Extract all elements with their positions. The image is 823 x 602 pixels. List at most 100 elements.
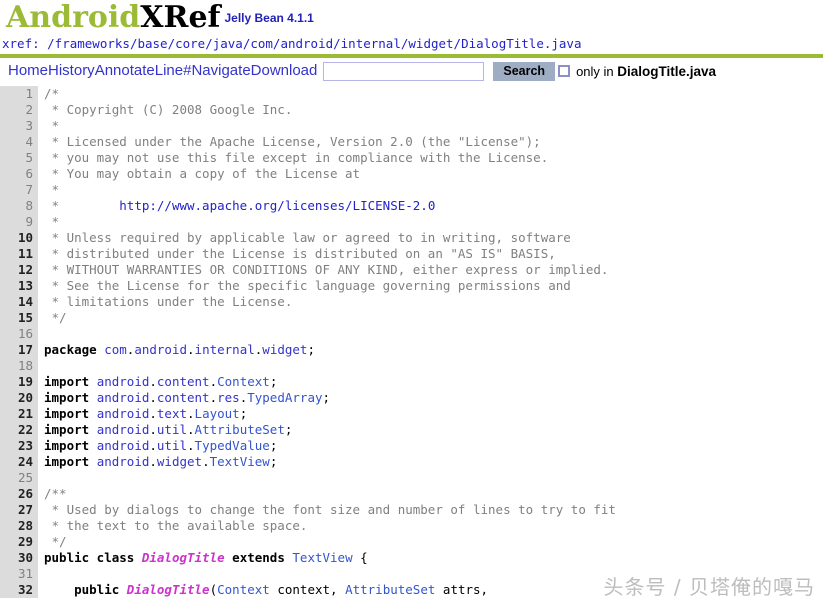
nav-line-number[interactable]: Line# bbox=[155, 62, 192, 79]
code-token[interactable]: Context bbox=[217, 582, 270, 597]
code-token: * limitations under the License. bbox=[44, 294, 293, 309]
code-token[interactable]: TextView bbox=[292, 550, 352, 565]
code-line-text: /** bbox=[38, 486, 67, 502]
code-token[interactable]: res bbox=[217, 390, 240, 405]
code-token[interactable]: internal bbox=[195, 342, 255, 357]
code-token[interactable]: Context bbox=[217, 374, 270, 389]
line-number[interactable]: 7 bbox=[0, 182, 38, 198]
code-token[interactable]: content bbox=[157, 374, 210, 389]
nav-home[interactable]: Home bbox=[8, 62, 48, 79]
site-logo[interactable]: AndroidXRef Jelly Bean 4.1.1 bbox=[6, 0, 314, 35]
line-number[interactable]: 18 bbox=[0, 358, 38, 374]
line-number[interactable]: 5 bbox=[0, 150, 38, 166]
nav-history[interactable]: History bbox=[48, 62, 95, 79]
line-number[interactable]: 31 bbox=[0, 566, 38, 582]
nav-navigate[interactable]: Navigate bbox=[191, 62, 250, 79]
code-token: * Used by dialogs to change the font siz… bbox=[44, 502, 616, 517]
line-number[interactable]: 29 bbox=[0, 534, 38, 550]
code-line-text: * Used by dialogs to change the font siz… bbox=[38, 502, 616, 518]
line-number[interactable]: 1 bbox=[0, 86, 38, 102]
search-input[interactable] bbox=[323, 61, 485, 81]
xref-path-link[interactable]: /frameworks/base/core/java/com/android/i… bbox=[47, 36, 581, 51]
code-token: . bbox=[187, 438, 195, 453]
line-number[interactable]: 25 bbox=[0, 470, 38, 486]
code-token[interactable]: widget bbox=[157, 454, 202, 469]
line-number[interactable]: 17 bbox=[0, 342, 38, 358]
line-number[interactable]: 12 bbox=[0, 262, 38, 278]
line-number[interactable]: 6 bbox=[0, 166, 38, 182]
code-token[interactable]: AttributeSet bbox=[345, 582, 435, 597]
line-number[interactable]: 23 bbox=[0, 438, 38, 454]
code-token[interactable]: util bbox=[157, 438, 187, 453]
line-number[interactable]: 32 bbox=[0, 582, 38, 598]
code-line: 26 /** bbox=[0, 486, 823, 502]
code-line: 3 * bbox=[0, 118, 823, 134]
code-token[interactable]: com bbox=[104, 342, 127, 357]
code-line-text: /* bbox=[38, 86, 59, 102]
line-number[interactable]: 10 bbox=[0, 230, 38, 246]
code-token[interactable]: widget bbox=[262, 342, 307, 357]
line-number[interactable]: 27 bbox=[0, 502, 38, 518]
code-token[interactable]: TypedValue bbox=[195, 438, 270, 453]
line-number[interactable]: 26 bbox=[0, 486, 38, 502]
code-token[interactable]: android bbox=[134, 342, 187, 357]
logo-text-android: Android bbox=[6, 0, 141, 35]
code-token: ; bbox=[269, 454, 278, 469]
code-token[interactable]: content bbox=[157, 390, 210, 405]
code-token[interactable]: android bbox=[97, 422, 150, 437]
line-number[interactable]: 21 bbox=[0, 406, 38, 422]
only-in-file-label: only in DialogTitle.java bbox=[576, 64, 716, 79]
line-number[interactable]: 20 bbox=[0, 390, 38, 406]
line-number[interactable]: 3 bbox=[0, 118, 38, 134]
code-token[interactable]: android bbox=[97, 438, 150, 453]
code-token[interactable]: DialogTitle bbox=[127, 582, 210, 597]
line-number[interactable]: 19 bbox=[0, 374, 38, 390]
line-number[interactable]: 22 bbox=[0, 422, 38, 438]
line-number[interactable]: 24 bbox=[0, 454, 38, 470]
nav-annotate[interactable]: Annotate bbox=[95, 62, 155, 79]
search-button[interactable]: Search bbox=[493, 61, 556, 81]
code-token[interactable]: android bbox=[97, 374, 150, 389]
code-token[interactable]: TypedArray bbox=[247, 390, 322, 405]
code-line-text: * limitations under the License. bbox=[38, 294, 293, 310]
code-token: . bbox=[202, 454, 210, 469]
line-number[interactable]: 2 bbox=[0, 102, 38, 118]
source-code-listing: 1/* 2 * Copyright (C) 2008 Google Inc. 3 *… bbox=[0, 86, 823, 598]
code-token[interactable]: http://www.apache.org/licenses/LICENSE-2… bbox=[119, 198, 435, 213]
line-number[interactable]: 4 bbox=[0, 134, 38, 150]
code-line: 15 */ bbox=[0, 310, 823, 326]
line-number[interactable]: 11 bbox=[0, 246, 38, 262]
line-number[interactable]: 28 bbox=[0, 518, 38, 534]
line-number[interactable]: 8 bbox=[0, 198, 38, 214]
code-token: import bbox=[44, 406, 90, 421]
code-line: 8 * http://www.apache.org/licenses/LICEN… bbox=[0, 198, 823, 214]
code-token: . bbox=[187, 406, 195, 421]
code-line: 6 * You may obtain a copy of the License… bbox=[0, 166, 823, 182]
code-token: package bbox=[44, 342, 97, 357]
code-line-text: import android.content.Context; bbox=[38, 374, 277, 390]
line-number[interactable]: 14 bbox=[0, 294, 38, 310]
code-line: 4 * Licensed under the Apache License, V… bbox=[0, 134, 823, 150]
code-token[interactable]: Layout bbox=[195, 406, 240, 421]
code-token[interactable]: text bbox=[157, 406, 187, 421]
code-token[interactable]: TextView bbox=[210, 454, 270, 469]
code-token[interactable]: util bbox=[157, 422, 187, 437]
code-line: 2 * Copyright (C) 2008 Google Inc. bbox=[0, 102, 823, 118]
nav-download[interactable]: Download bbox=[251, 62, 318, 79]
code-token[interactable]: android bbox=[97, 390, 150, 405]
code-token[interactable]: DialogTitle bbox=[142, 550, 225, 565]
navigation-links: HomeHistoryAnnotateLine#NavigateDownload bbox=[8, 62, 317, 80]
line-number[interactable]: 30 bbox=[0, 550, 38, 566]
only-in-file-checkbox[interactable] bbox=[558, 65, 571, 77]
line-number[interactable]: 16 bbox=[0, 326, 38, 342]
line-number[interactable]: 13 bbox=[0, 278, 38, 294]
code-line: 22 import android.util.AttributeSet; bbox=[0, 422, 823, 438]
code-token[interactable]: AttributeSet bbox=[195, 422, 285, 437]
code-token[interactable]: android bbox=[97, 406, 150, 421]
line-number[interactable]: 15 bbox=[0, 310, 38, 326]
code-token: . bbox=[187, 342, 195, 357]
code-token[interactable]: android bbox=[97, 454, 150, 469]
line-number[interactable]: 9 bbox=[0, 214, 38, 230]
